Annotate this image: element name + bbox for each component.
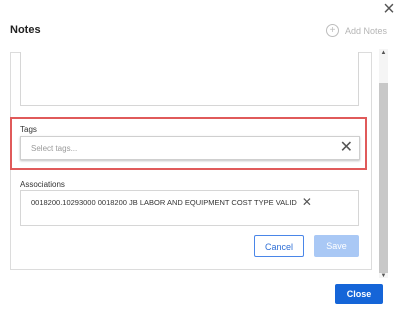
dialog-title: Notes	[10, 24, 41, 36]
scroll-down-arrow-icon[interactable]: ▼	[379, 272, 388, 280]
add-notes-label: Add Notes	[345, 25, 388, 36]
associations-label: Associations	[20, 180, 65, 189]
remove-association-icon[interactable]: ✕	[302, 196, 312, 208]
save-button[interactable]: Save	[314, 235, 359, 257]
dialog-close-icon[interactable]: ×	[380, 0, 398, 19]
tags-select-input[interactable]: Select tags... ✕	[20, 136, 360, 160]
associations-field[interactable]: 0018200.10293000 0018200 JB LABOR AND EQ…	[20, 190, 359, 226]
tags-clear-icon[interactable]: ✕	[340, 140, 353, 156]
panel-scrollbar[interactable]: ▲ ▼	[379, 49, 388, 280]
cancel-button[interactable]: Cancel	[254, 235, 304, 257]
tags-label: Tags	[20, 125, 37, 134]
tags-placeholder: Select tags...	[31, 144, 78, 153]
close-button[interactable]: Close	[335, 284, 383, 304]
add-notes-button[interactable]: + Add Notes	[326, 24, 387, 37]
scrollbar-thumb[interactable]	[379, 83, 388, 273]
association-chip-text: 0018200.10293000 0018200 JB LABOR AND EQ…	[31, 197, 297, 207]
notes-text-area[interactable]	[20, 52, 359, 106]
scroll-up-arrow-icon[interactable]: ▲	[379, 49, 388, 57]
plus-circle-icon: +	[326, 24, 339, 37]
association-chip: 0018200.10293000 0018200 JB LABOR AND EQ…	[31, 196, 312, 208]
